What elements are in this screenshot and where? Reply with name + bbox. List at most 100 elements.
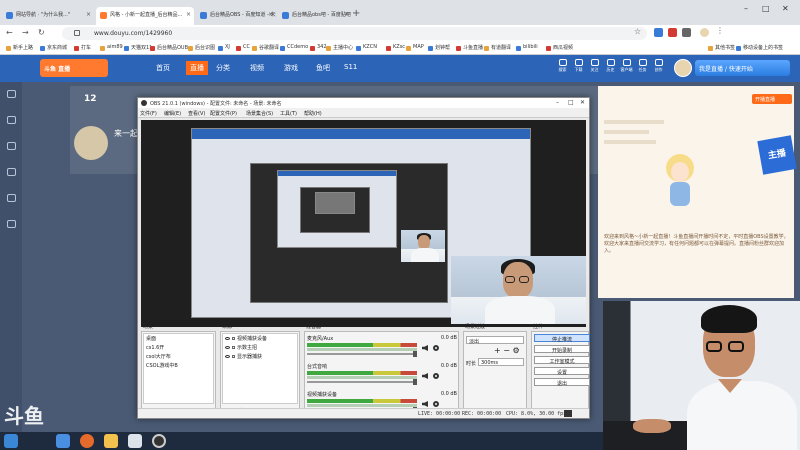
close-icon[interactable]: ✕: [782, 4, 789, 13]
bookmark-item[interactable]: 天猫双11: [124, 44, 152, 51]
browser-tab[interactable]: 风格 - 小新一起直播_后台精品... ×: [96, 7, 194, 25]
volume-slider[interactable]: [307, 353, 417, 355]
bookmark-item[interactable]: 其他书签: [708, 44, 735, 51]
obs-menu-item[interactable]: 配置文件(P): [210, 110, 237, 117]
bookmark-item[interactable]: MAP: [406, 44, 424, 51]
lock-icon[interactable]: [232, 355, 235, 358]
gear-icon[interactable]: [433, 401, 439, 407]
rail-item[interactable]: [3, 90, 19, 99]
browser-tab[interactable]: 后台精品OBS - 百度知道 - 未开...×: [196, 7, 276, 25]
tab-close-icon[interactable]: ×: [186, 11, 191, 18]
speaker-icon[interactable]: [422, 373, 428, 379]
bookmark-item[interactable]: 京东商城: [40, 44, 67, 51]
nav-item[interactable]: 首页: [156, 63, 170, 73]
obs-preview-canvas[interactable]: [141, 120, 586, 327]
rail-item[interactable]: [3, 220, 19, 229]
obs-taskbar-icon[interactable]: [152, 434, 166, 448]
bookmark-item[interactable]: 谷歌翻译: [252, 44, 279, 51]
volume-slider[interactable]: [307, 381, 417, 383]
duration-field[interactable]: 300ms: [478, 358, 524, 366]
nav-item[interactable]: S11: [344, 63, 357, 71]
header-icon-button[interactable]: 历史: [604, 59, 617, 72]
bookmark-item[interactable]: 新手上路: [6, 44, 33, 51]
control-button[interactable]: 停止推流: [534, 334, 590, 343]
bookmark-item[interactable]: XJ: [218, 44, 230, 51]
gear-icon[interactable]: [433, 345, 439, 351]
control-button[interactable]: 设置: [534, 367, 590, 376]
nav-item[interactable]: 分类: [216, 63, 230, 73]
rail-item[interactable]: [3, 142, 19, 151]
speaker-icon[interactable]: [422, 401, 428, 407]
douyu-logo[interactable]: 斗鱼 直播: [40, 59, 108, 77]
tab-close-icon[interactable]: ×: [86, 11, 91, 18]
browser-tab[interactable]: 后台精品obs吧 - 百度贴吧 - 未开...×: [278, 7, 352, 25]
new-tab-button[interactable]: +: [352, 8, 360, 19]
source-item[interactable]: 视频捕获设备: [223, 334, 297, 343]
speaker-icon[interactable]: [422, 345, 428, 351]
volume-slider-handle[interactable]: [413, 379, 417, 385]
header-icon-button[interactable]: 搜索: [556, 59, 569, 72]
browser-tab[interactable]: 网站导航 · "为什么我..." ×: [2, 7, 94, 25]
header-icon-button[interactable]: 任务: [636, 59, 649, 72]
obs-menu-item[interactable]: 场景集合(S): [246, 110, 273, 117]
control-button[interactable]: 工作室模式: [534, 356, 590, 365]
scene-item[interactable]: csol大厅布: [144, 352, 213, 361]
bookmark-item[interactable]: 后台精品OUB: [150, 44, 188, 51]
extension-icon[interactable]: [682, 28, 691, 37]
bookmark-item[interactable]: CCdemo: [280, 44, 308, 51]
scene-item[interactable]: cs1.6开: [144, 343, 213, 352]
folder-icon[interactable]: [104, 434, 118, 448]
app-icon[interactable]: [128, 434, 142, 448]
visibility-eye-icon[interactable]: [225, 346, 230, 349]
nav-item[interactable]: 直播: [186, 61, 208, 75]
bookmark-item[interactable]: 主播中心: [326, 44, 353, 51]
bookmark-item[interactable]: aim89: [100, 44, 123, 51]
obs-menu-item[interactable]: 编辑(E): [164, 110, 181, 117]
bookmark-item[interactable]: 342: [310, 44, 327, 51]
forward-icon[interactable]: →: [22, 28, 29, 37]
bookmark-item[interactable]: bilibili: [516, 44, 538, 51]
tab-close-icon[interactable]: ×: [268, 11, 273, 18]
header-icon-button[interactable]: 创作: [652, 59, 665, 72]
add-icon[interactable]: +: [494, 346, 501, 355]
ie-icon[interactable]: [56, 434, 70, 448]
bookmark-item[interactable]: 西瓜视频: [546, 44, 573, 51]
bookmark-item[interactable]: CC: [236, 44, 250, 51]
nav-item[interactable]: 鱼吧: [316, 63, 330, 73]
extension-icon[interactable]: [654, 28, 663, 37]
obs-close-icon[interactable]: ✕: [580, 99, 585, 106]
url-input[interactable]: www.douyu.com/1429960: [62, 27, 647, 40]
obs-menu-item[interactable]: 帮助(H): [304, 110, 322, 117]
header-icon-button[interactable]: 下载: [572, 59, 585, 72]
bookmark-item[interactable]: 斗鱼直播: [456, 44, 483, 51]
bookmark-item[interactable]: 后台识图: [188, 44, 215, 51]
rail-item[interactable]: [3, 116, 19, 125]
source-item[interactable]: 示数主招: [223, 343, 297, 352]
obs-menu-item[interactable]: 文件(F): [140, 110, 157, 117]
obs-maximize-icon[interactable]: □: [568, 99, 574, 106]
user-avatar[interactable]: [674, 59, 692, 77]
obs-minimize-icon[interactable]: –: [556, 99, 559, 106]
visibility-eye-icon[interactable]: [225, 355, 230, 358]
bookmark-item[interactable]: KZsc: [386, 44, 405, 51]
gear-icon[interactable]: [433, 373, 439, 379]
bookmark-item[interactable]: 有道翻译: [484, 44, 511, 51]
transition-select[interactable]: 淡出: [466, 336, 524, 345]
extension-icon[interactable]: [668, 28, 677, 37]
start-icon[interactable]: [4, 434, 18, 448]
header-icon-button[interactable]: 关注: [588, 59, 601, 72]
obs-menu-item[interactable]: 查看(V): [188, 110, 205, 117]
rail-item[interactable]: [3, 194, 19, 203]
control-button[interactable]: 退出: [534, 378, 590, 387]
nav-item[interactable]: 视频: [250, 63, 264, 73]
remove-icon[interactable]: −: [503, 346, 510, 355]
obs-menu-item[interactable]: 工具(T): [280, 110, 297, 117]
bookmark-item[interactable]: KZCN: [356, 44, 377, 51]
visibility-eye-icon[interactable]: [225, 337, 230, 340]
reload-icon[interactable]: ↻: [38, 28, 45, 37]
gear-icon[interactable]: ⚙: [513, 346, 520, 355]
lock-icon[interactable]: [232, 337, 235, 340]
bookmark-item[interactable]: 划钟帮: [428, 44, 450, 51]
nav-item[interactable]: 游戏: [284, 63, 298, 73]
back-icon[interactable]: ←: [6, 28, 13, 37]
